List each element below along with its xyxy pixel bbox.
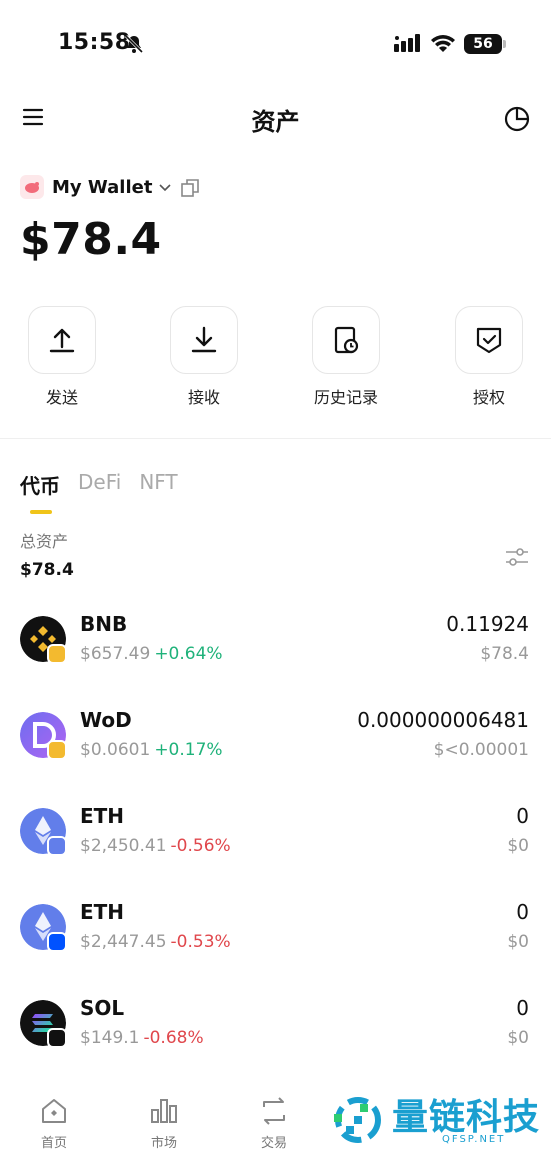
nav-market-label: 市场 [150, 1136, 177, 1151]
wallet-selector[interactable]: My Wallet [20, 172, 199, 202]
watermark: 量链科技 QFSP.NET [330, 1088, 550, 1148]
nav-home[interactable]: 首页 [24, 1096, 84, 1151]
chevron-down-icon[interactable] [158, 180, 172, 194]
token-price-value: $2,450.41 [80, 836, 167, 856]
token-row-eth-base[interactable]: ETH $2,447.45 -0.53% 0 $0 [0, 892, 551, 972]
token-fiat-value: $78.4 [480, 644, 529, 664]
authorize-button[interactable]: 授权 [449, 306, 529, 408]
top-header: 资产 [0, 92, 551, 148]
receive-button-box[interactable] [170, 306, 238, 374]
battery-cap [503, 40, 506, 48]
history-button[interactable]: 历史记录 [306, 306, 386, 408]
token-price: $149.1 -0.68% [80, 1028, 204, 1048]
download-icon [191, 326, 217, 353]
shield-check-icon [476, 327, 502, 354]
token-fiat-value: $0 [507, 1028, 529, 1048]
nav-trade[interactable]: 交易 [244, 1096, 304, 1151]
cellular-signal-icon [394, 34, 420, 52]
tab-defi[interactable]: DeFi [78, 470, 121, 510]
upload-icon [49, 328, 75, 353]
wallet-name[interactable]: My Wallet [52, 177, 152, 198]
total-assets-value: $78.4 [20, 560, 74, 580]
bsc-chain-badge [47, 740, 67, 760]
token-symbol: WoD [80, 708, 132, 732]
quick-actions: 发送 接收 历史记录 授权 [0, 306, 551, 416]
total-assets: 总资产 $78.4 [20, 528, 74, 580]
watermark-logo-icon [334, 1097, 381, 1143]
pie-chart-icon[interactable] [504, 106, 530, 132]
wallet-balance: $78.4 [20, 214, 162, 265]
wifi-icon [431, 35, 455, 52]
token-row-wod[interactable]: WoD $0.0601 +0.17% 0.000000006481 $<0.000… [0, 700, 551, 780]
token-price: $2,450.41 -0.56% [80, 836, 231, 856]
battery-indicator: 56 [464, 34, 502, 54]
token-price-value: $149.1 [80, 1028, 140, 1048]
copy-icon[interactable] [180, 178, 200, 198]
base-chain-badge [47, 932, 67, 952]
section-divider [0, 438, 551, 439]
swap-icon [263, 1097, 285, 1125]
home-icon [42, 1099, 66, 1123]
authorize-label: 授权 [472, 388, 505, 407]
token-price-value: $657.49 [80, 644, 151, 664]
status-time: 15:58 [58, 30, 131, 55]
bottom-navigation: 首页 市场 交易 量链科技 QFSP.NET [0, 1080, 551, 1152]
token-amount: 0.11924 [446, 612, 529, 636]
token-amount: 0 [516, 804, 529, 828]
piggy-wallet-icon [20, 175, 44, 199]
tab-nft[interactable]: NFT [139, 470, 177, 510]
receive-label: 接收 [187, 388, 220, 407]
eth-chain-badge [47, 836, 67, 856]
token-price: $657.49 +0.64% [80, 644, 223, 664]
token-change: -0.68% [143, 1028, 204, 1048]
token-row-bnb[interactable]: BNB $657.49 +0.64% 0.11924 $78.4 [0, 604, 551, 684]
token-symbol: ETH [80, 900, 125, 924]
solana-chain-badge [47, 1028, 67, 1048]
token-change: +0.17% [154, 740, 223, 760]
send-button[interactable]: 发送 [22, 306, 102, 408]
history-label: 历史记录 [313, 388, 378, 407]
history-icon [334, 326, 359, 354]
bell-muted-icon [124, 34, 144, 54]
battery-level: 56 [473, 36, 493, 52]
token-price: $0.0601 +0.17% [80, 740, 223, 760]
token-fiat-value: $<0.00001 [433, 740, 529, 760]
page-title: 资产 [251, 108, 300, 136]
token-fiat-value: $0 [507, 932, 529, 952]
status-bar: 15:58 56 [0, 0, 551, 90]
token-symbol: BNB [80, 612, 128, 636]
tab-tokens[interactable]: 代币 [20, 470, 60, 514]
total-assets-label: 总资产 [20, 532, 69, 551]
receive-button[interactable]: 接收 [164, 306, 244, 408]
nav-market[interactable]: 市场 [134, 1096, 194, 1151]
token-amount: 0.000000006481 [357, 708, 529, 732]
token-change: -0.56% [170, 836, 231, 856]
token-symbol: ETH [80, 804, 125, 828]
token-amount: 0 [516, 996, 529, 1020]
token-price: $2,447.45 -0.53% [80, 932, 231, 952]
token-price-value: $2,447.45 [80, 932, 167, 952]
send-button-box[interactable] [28, 306, 96, 374]
nav-home-label: 首页 [40, 1136, 67, 1151]
nav-trade-label: 交易 [260, 1136, 287, 1151]
token-row-eth[interactable]: ETH $2,450.41 -0.56% 0 $0 [0, 796, 551, 876]
token-row-sol[interactable]: SOL $149.1 -0.68% 0 $0 [0, 988, 551, 1068]
token-amount: 0 [516, 900, 529, 924]
filter-sliders-icon[interactable] [504, 544, 530, 570]
token-change: -0.53% [170, 932, 231, 952]
asset-tabs: 代币 DeFi NFT [20, 470, 196, 520]
token-price-value: $0.0601 [80, 740, 151, 760]
authorize-button-box[interactable] [455, 306, 523, 374]
token-fiat-value: $0 [507, 836, 529, 856]
token-change: +0.64% [154, 644, 223, 664]
bsc-chain-badge [47, 644, 67, 664]
history-button-box[interactable] [312, 306, 380, 374]
token-symbol: SOL [80, 996, 125, 1020]
watermark-brand: 量链科技 [392, 1097, 541, 1138]
bar-chart-icon [151, 1099, 177, 1123]
watermark-site: QFSP.NET [442, 1134, 506, 1145]
send-label: 发送 [45, 388, 78, 407]
